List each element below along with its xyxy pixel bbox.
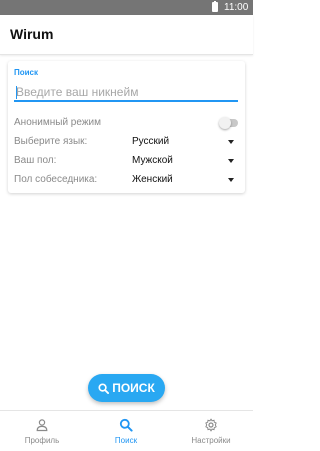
person-icon [36, 419, 48, 432]
partner-gender-select[interactable]: Женский [132, 174, 173, 185]
search-button-label: ПОИСК [112, 381, 155, 395]
dropdown-arrow-icon[interactable] [228, 159, 234, 163]
nav-item-search[interactable]: Поиск [84, 411, 168, 451]
status-bar: 11:00 [0, 0, 253, 15]
nickname-input[interactable] [14, 84, 238, 102]
partner-gender-row[interactable]: Пол собеседника: Женский [14, 172, 238, 188]
gender-select[interactable]: Мужской [132, 155, 173, 166]
search-icon [98, 382, 110, 394]
gender-label: Ваш пол: [14, 155, 57, 166]
dropdown-arrow-icon[interactable] [228, 178, 234, 182]
gear-icon [205, 418, 217, 432]
partner-gender-label: Пол собеседника: [14, 174, 98, 185]
nickname-label: Поиск [14, 68, 39, 77]
nav-label-settings: Настройки [191, 436, 231, 445]
search-icon [119, 418, 133, 432]
toggle-thumb [219, 117, 231, 129]
dropdown-arrow-icon[interactable] [228, 140, 234, 144]
app-bar: Wirum [0, 15, 253, 55]
nav-item-settings[interactable]: Настройки [169, 411, 253, 451]
app-title: Wirum [10, 26, 54, 42]
status-time: 11:00 [224, 2, 249, 13]
anonymous-mode-label: Анонимный режим [14, 117, 101, 128]
language-label: Выберите язык: [14, 136, 88, 147]
search-button[interactable]: ПОИСК [88, 374, 165, 402]
text-cursor [16, 86, 17, 99]
search-form-card: Поиск Анонимный режим Выберите язык: Рус… [8, 61, 245, 193]
language-select[interactable]: Русский [132, 136, 169, 147]
battery-icon [212, 1, 218, 12]
anonymous-mode-row[interactable]: Анонимный режим [14, 115, 238, 131]
nav-item-profile[interactable]: Профиль [0, 411, 84, 451]
language-row[interactable]: Выберите язык: Русский [14, 134, 238, 150]
nav-label-profile: Профиль [24, 436, 60, 445]
anonymous-mode-toggle[interactable] [219, 117, 238, 129]
nav-label-search: Поиск [114, 436, 138, 445]
bottom-nav: Профиль Поиск Настройки [0, 410, 253, 451]
gender-row[interactable]: Ваш пол: Мужской [14, 153, 238, 169]
